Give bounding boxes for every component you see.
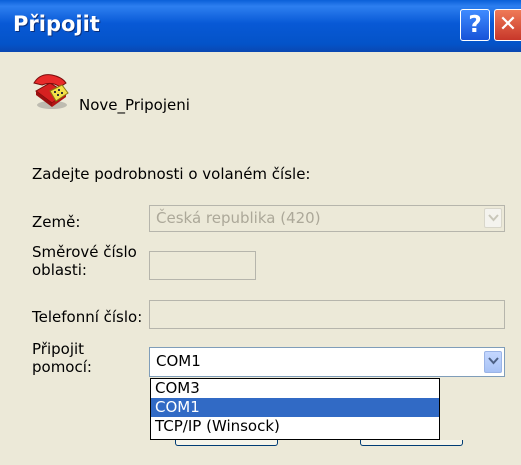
phone-icon	[33, 74, 69, 109]
chevron-down-icon	[484, 208, 502, 228]
connect-using-select[interactable]: COM1	[149, 347, 505, 377]
phone-number-input	[149, 300, 505, 329]
connection-name: Nove_Pripojeni	[79, 96, 190, 114]
country-label: Země:	[32, 213, 81, 231]
close-button[interactable]: ✕	[494, 9, 521, 41]
list-item[interactable]: COM1	[151, 398, 439, 417]
intro-text: Zadejte podrobnosti o volaném čísle:	[32, 165, 311, 183]
title-bar[interactable]: Připojit ? ✕	[0, 0, 521, 52]
list-item[interactable]: COM3	[151, 379, 439, 398]
country-select: Česká republika (420)	[149, 205, 505, 232]
area-code-label-line2: oblasti:	[32, 261, 87, 279]
ok-button[interactable]	[175, 440, 278, 446]
connect-using-options: COM3 COM1 TCP/IP (Winsock)	[150, 378, 440, 440]
window-title: Připojit	[13, 12, 100, 36]
connect-using-value: COM1	[156, 352, 201, 370]
cancel-button[interactable]	[360, 440, 463, 446]
chevron-down-icon[interactable]	[484, 351, 502, 373]
list-item[interactable]: TCP/IP (Winsock)	[151, 417, 439, 436]
connect-using-label-line1: Připojit	[32, 340, 85, 358]
phone-number-label: Telefonní číslo:	[32, 308, 143, 326]
area-code-input	[149, 251, 256, 280]
area-code-label-line1: Směrové číslo	[32, 243, 137, 261]
country-value: Česká republika (420)	[156, 209, 321, 227]
connect-dialog: Připojit ? ✕ Nove_Pripojeni Zadejte podr…	[0, 0, 521, 465]
help-button[interactable]: ?	[460, 9, 490, 41]
connect-using-label-line2: pomocí:	[32, 358, 92, 376]
